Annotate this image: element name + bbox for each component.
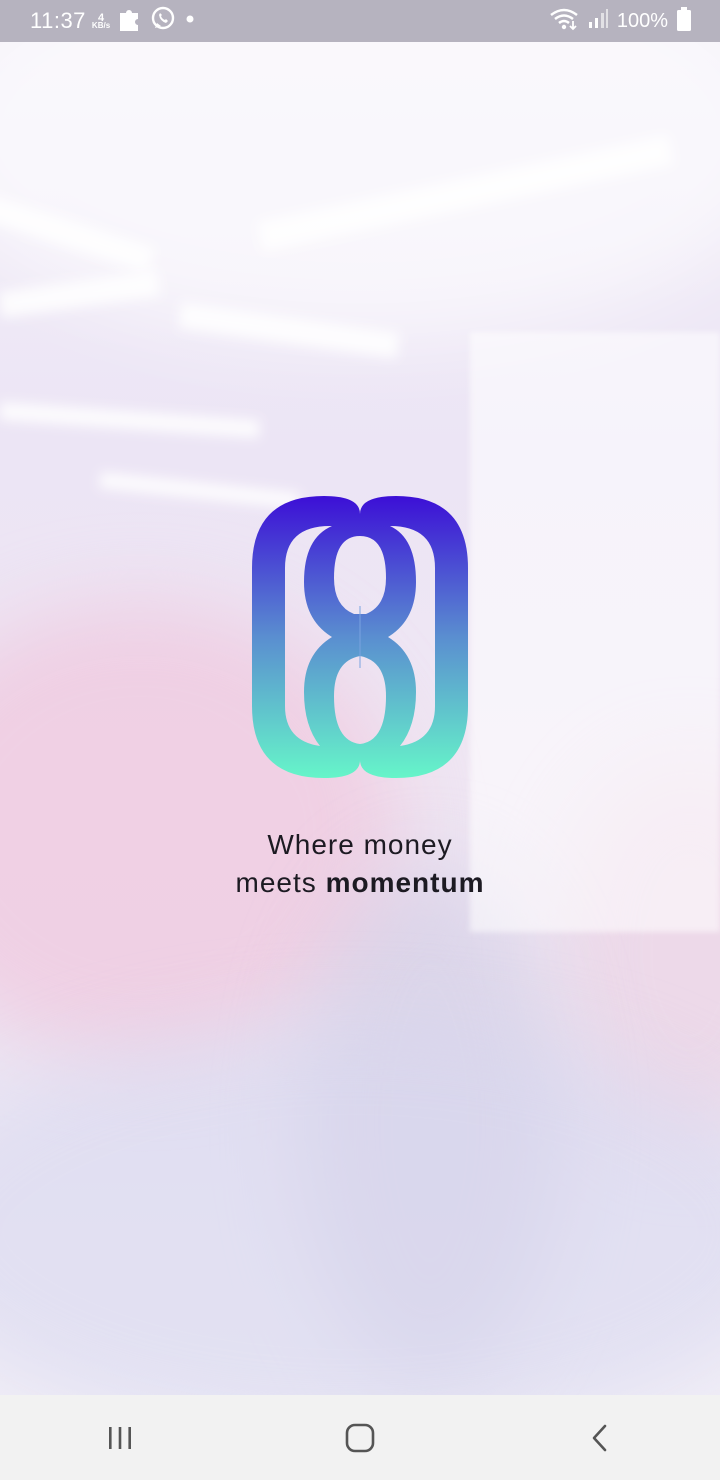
network-speed: 4 KB/s <box>91 13 111 30</box>
splash-screen: Where money meets momentum <box>0 42 720 1395</box>
network-speed-unit: KB/s <box>91 21 111 30</box>
status-left: 11:37 4 KB/s <box>30 0 198 42</box>
wifi-icon <box>549 7 579 35</box>
recent-apps-button[interactable] <box>80 1408 160 1468</box>
back-button[interactable] <box>560 1408 640 1468</box>
recent-apps-icon <box>109 1426 131 1449</box>
tagline-bold: momentum <box>325 867 485 898</box>
tagline: Where money meets momentum <box>0 826 720 902</box>
app-logo <box>252 496 468 778</box>
tagline-line1: Where money <box>267 829 453 860</box>
puzzle-icon <box>116 5 144 37</box>
battery-percent: 100% <box>616 9 668 32</box>
status-right: 100% <box>549 0 692 42</box>
battery-icon <box>676 6 692 36</box>
background-blur-floor <box>0 1022 720 1395</box>
status-time: 11:37 <box>30 8 86 33</box>
tagline-line2: meets momentum <box>0 864 720 902</box>
back-icon <box>592 1424 607 1451</box>
whatsapp-icon <box>150 6 176 36</box>
home-button[interactable] <box>320 1408 400 1468</box>
tagline-regular: meets <box>235 867 326 898</box>
signal-icon <box>587 8 609 34</box>
ceiling-light <box>0 402 260 439</box>
home-icon <box>345 1423 375 1452</box>
dot-icon <box>182 11 198 31</box>
navigation-bar <box>0 1395 720 1480</box>
status-bar: 11:37 4 KB/s 100% <box>0 0 720 42</box>
